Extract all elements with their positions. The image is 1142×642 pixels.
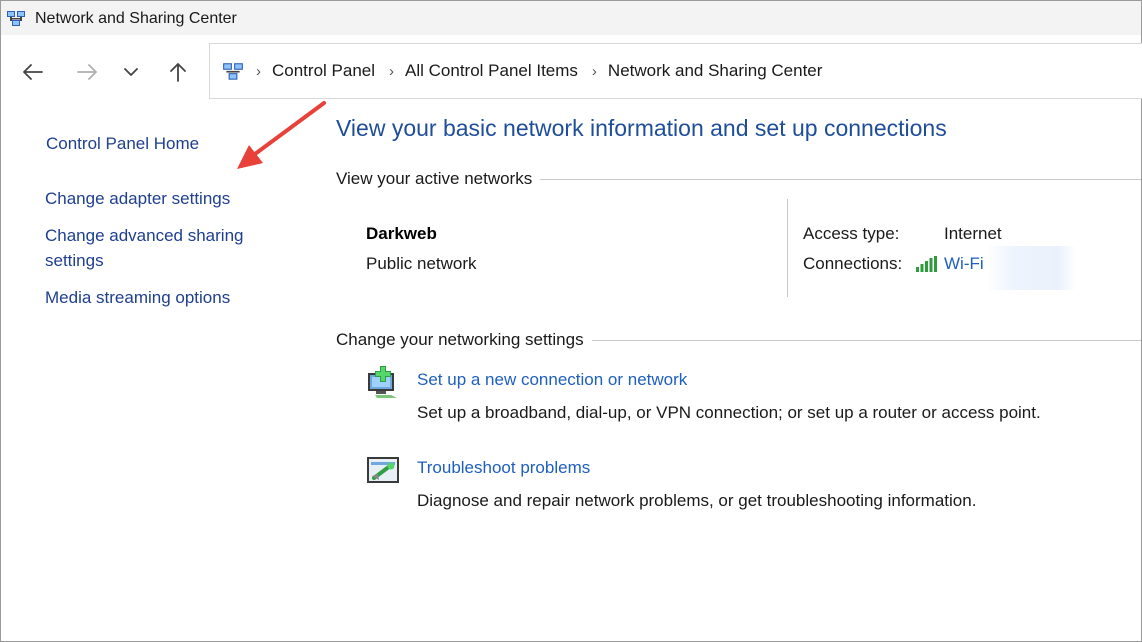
breadcrumb-all-items[interactable]: All Control Panel Items <box>405 61 578 81</box>
setup-connection-link[interactable]: Set up a new connection or network <box>417 370 687 390</box>
back-button[interactable] <box>18 57 48 87</box>
connection-name[interactable]: Wi-Fi <box>944 254 984 274</box>
forward-arrow-icon <box>77 64 97 80</box>
breadcrumb-network-sharing-center[interactable]: Network and Sharing Center <box>608 61 823 81</box>
breadcrumb-control-panel[interactable]: Control Panel <box>272 61 375 81</box>
redacted-area <box>986 246 1076 290</box>
sidebar-item-media-streaming[interactable]: Media streaming options <box>45 285 230 310</box>
troubleshoot-icon <box>367 457 399 483</box>
sidebar-item-control-panel-home[interactable]: Control Panel Home <box>46 131 199 156</box>
network-center-icon <box>223 63 243 80</box>
sidebar-item-change-advanced-sharing[interactable]: Change advanced sharing settings <box>45 223 243 273</box>
access-type-label: Access type: <box>803 224 900 243</box>
troubleshoot-description: Diagnose and repair network problems, or… <box>417 491 977 510</box>
troubleshoot-link[interactable]: Troubleshoot problems <box>417 458 590 478</box>
chevron-right-icon: › <box>389 62 395 80</box>
active-networks-section-title: View your active networks <box>336 169 1141 189</box>
section-divider <box>540 178 1141 180</box>
chevron-right-icon: › <box>591 62 597 80</box>
back-arrow-icon <box>23 64 43 80</box>
setup-connection-description: Set up a broadband, dial-up, or VPN conn… <box>417 403 1041 422</box>
vertical-divider <box>787 199 788 297</box>
page-title: View your basic network information and … <box>336 115 947 141</box>
title-bar: Network and Sharing Center <box>1 1 1141 35</box>
connections-label: Connections: <box>803 254 903 273</box>
networking-settings-section-title: Change your networking settings <box>336 330 1141 350</box>
sidebar-item-change-adapter-settings[interactable]: Change adapter settings <box>45 186 230 211</box>
network-center-icon <box>7 11 25 26</box>
signal-strength-icon <box>916 256 937 272</box>
section-title-text: View your active networks <box>336 169 533 188</box>
forward-button[interactable] <box>72 57 102 87</box>
network-name: Darkweb <box>366 224 437 243</box>
section-title-text: Change your networking settings <box>336 330 584 349</box>
new-connection-icon <box>368 366 397 398</box>
wifi-connection-link[interactable]: Wi-Fi <box>916 254 984 274</box>
up-arrow-icon <box>170 63 186 82</box>
network-type: Public network <box>366 254 477 273</box>
breadcrumb: › Control Panel › All Control Panel Item… <box>254 61 834 81</box>
address-bar[interactable]: › Control Panel › All Control Panel Item… <box>209 43 1142 99</box>
sidebar-item-label-continued: settings <box>45 251 104 270</box>
control-panel-window: Network and Sharing Center › Control Pan… <box>0 0 1142 642</box>
recent-locations-button[interactable] <box>116 57 146 87</box>
navigation-bar: › Control Panel › All Control Panel Item… <box>1 35 1142 105</box>
annotation-arrow-icon <box>237 101 326 169</box>
section-divider <box>591 339 1141 341</box>
sidebar-item-label: Change advanced sharing <box>45 226 244 245</box>
access-type-value: Internet <box>944 224 1002 243</box>
chevron-right-icon: › <box>256 62 261 80</box>
chevron-down-icon <box>124 68 138 76</box>
window-title: Network and Sharing Center <box>35 10 237 27</box>
up-button[interactable] <box>163 57 193 87</box>
